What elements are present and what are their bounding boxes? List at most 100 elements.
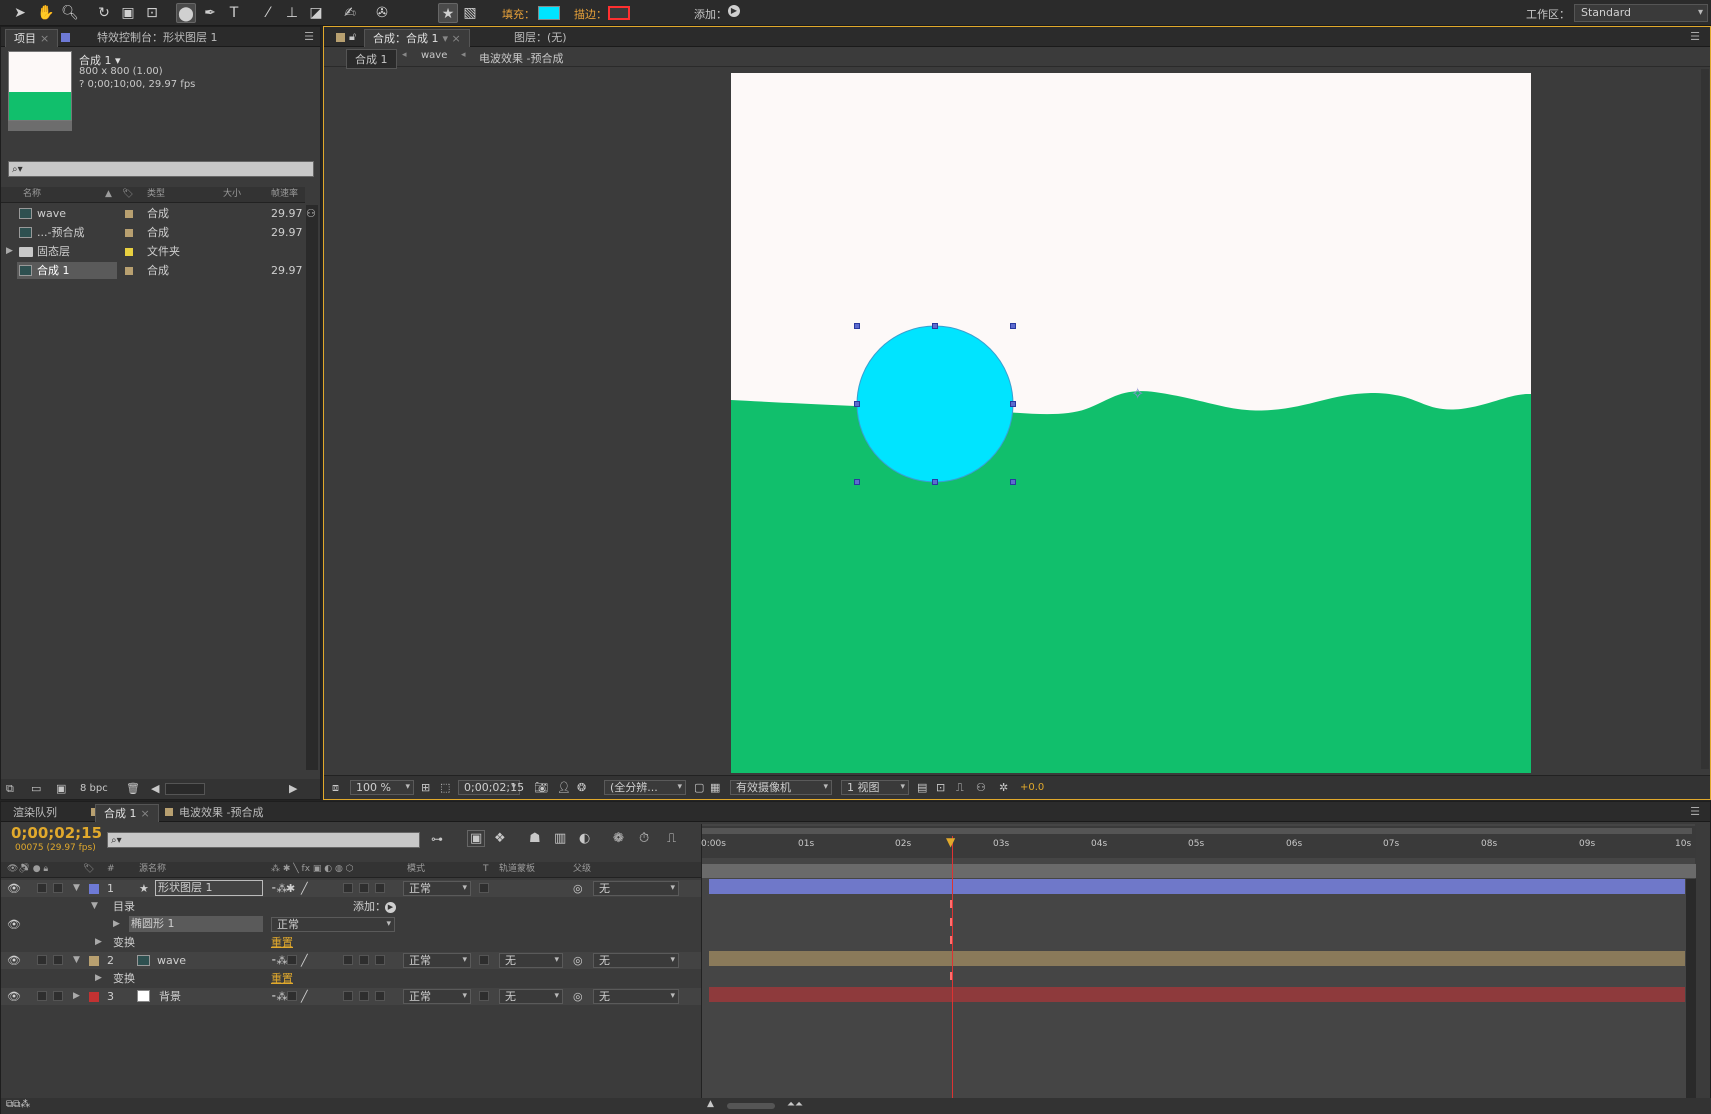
resolution-dropdown[interactable]: (全分辨... [604,780,686,795]
breadcrumb-wave[interactable]: wave [421,50,447,61]
add-play-icon[interactable]: ▶ [728,5,740,17]
lock-icon[interactable]: 🔓︎ [349,30,356,44]
col-type[interactable]: 类型 [147,187,165,202]
label-chip[interactable] [125,267,133,275]
comp-mini-flowchart-icon[interactable]: ⊶ [431,832,443,846]
label-chip[interactable] [125,210,133,218]
views-dropdown[interactable]: 1 视图 [841,780,909,795]
interpret-footage-icon[interactable]: ⧉ [6,782,14,796]
project-item-selected[interactable]: 合成 1 合成 29.97 [1,262,305,279]
zoom-dropdown[interactable]: 100 % [350,780,414,795]
lock-toggle[interactable] [53,955,63,965]
col-source-name[interactable]: 源名称 [139,862,166,877]
timeline-scrollbar[interactable] [1686,879,1696,1114]
region-of-interest-icon[interactable]: ▢ [694,781,704,794]
pan-behind-tool-icon[interactable]: ⊡ [142,3,162,23]
layer-label-chip[interactable] [89,992,99,1002]
layer-row[interactable]: 👁︎ ▼ 2 wave ⁃⁂ ╱ 正常 无 ◎ 无 [1,952,701,969]
motion-blur-icon[interactable]: ◐ [579,831,590,846]
flowchart-icon[interactable]: ⚇ [306,207,316,220]
layer-label-chip[interactable] [89,956,99,966]
shy-switch-icon[interactable]: ⁃⁂ [271,988,288,1005]
tab-project[interactable]: 项目 × [5,29,59,47]
selection-tool-icon[interactable]: ➤ [10,3,30,23]
collapse-switch[interactable] [287,955,297,965]
project-search-input[interactable]: ⌕▾ [8,161,314,177]
always-preview-icon[interactable]: ⧈ [332,781,339,795]
graph-editor-icon[interactable]: ⎍ [667,831,676,846]
parent-pickwhip-icon[interactable]: ◎ [573,988,583,1005]
frame-blending-icon[interactable]: ▥ [554,831,566,846]
tab-timeline-comp[interactable]: 合成 1 × [95,804,159,822]
bbox-handle-tr[interactable] [1010,323,1016,329]
fx-switch[interactable] [343,991,353,1001]
bbox-handle-tl[interactable] [854,323,860,329]
composition-canvas[interactable]: ✧ [731,73,1531,773]
layer-name[interactable]: wave [157,952,186,969]
timeline-panel-menu-icon[interactable]: ☰ [1690,805,1700,818]
fast-previews-icon[interactable]: ⊡ [936,781,945,794]
tab-layer[interactable]: 图层：(无) [506,29,575,47]
visibility-eye-icon[interactable]: 👁︎ [7,916,21,933]
text-tool-icon[interactable]: T [224,3,244,23]
trash-icon[interactable]: 🗑︎ [126,782,140,795]
collapse-arrow-icon[interactable]: ▼ [73,880,80,897]
bbox-handle-bl[interactable] [854,479,860,485]
expand-arrow-icon[interactable]: ▶ [95,970,102,987]
collapse-arrow-icon[interactable]: ▼ [73,952,80,969]
snapshot-icon[interactable]: 📷︎ [534,781,548,794]
work-area-bar[interactable] [702,828,1692,834]
playhead-icon[interactable]: ▼ [946,835,955,849]
layer-row[interactable]: 👁︎ ▶ 3 背景 ⁃⁂ ╱ 正常 无 ◎ 无 [1,988,701,1005]
puppet-pin-tool-icon[interactable]: ✇ [372,3,392,23]
layer-bar-1[interactable] [709,879,1685,894]
expand-arrow-icon[interactable]: ▶ [6,243,13,260]
lock-toggle[interactable] [53,991,63,1001]
timeline-icon[interactable]: ⎍ [956,781,964,795]
brainstorm-icon[interactable]: ❁ [613,831,624,846]
zoom-out-icon[interactable]: ▲ [707,1099,714,1109]
collapse-arrow-icon[interactable]: ▼ [91,898,98,915]
property-row[interactable]: ▶ 变换 重置 [1,934,701,951]
bpc-label[interactable]: 8 bpc [80,783,108,794]
col-fps[interactable]: 帧速率 [271,187,298,202]
fx-switch[interactable] [343,955,353,965]
hand-tool-icon[interactable]: ✋ [36,3,56,23]
col-parent[interactable]: 父级 [573,862,591,877]
new-folder-icon[interactable]: ▭ [31,782,41,795]
safe-zones-icon[interactable]: ⊞ [421,781,430,794]
draft-3d-icon[interactable]: ❖ [494,831,506,846]
blend-mode-dropdown[interactable]: 正常 [403,881,471,896]
parent-pickwhip-icon[interactable]: ◎ [573,952,583,969]
breadcrumb-comp[interactable]: 合成 1 [346,49,397,69]
rotate-tool-icon[interactable]: ↻ [94,3,114,23]
ellipse-tool-icon[interactable]: ⬤ [176,3,196,23]
exposure-value[interactable]: +0.0 [1020,782,1044,793]
shy-layers-icon[interactable]: ☗ [529,831,541,846]
col-t[interactable]: T [483,862,489,877]
scroll-right-icon[interactable]: ▶ [289,782,297,795]
camera-dropdown[interactable]: 有效摄像机 [730,780,832,795]
zoom-in-icon[interactable]: ⏶⏶ [787,1099,803,1110]
new-comp-icon[interactable]: ▣ [56,782,66,795]
collapse-switch-icon[interactable]: ✱ [286,880,295,897]
panel-menu-icon[interactable]: ☰ [304,30,314,43]
anchor-point-icon[interactable]: ✧ [1131,384,1144,403]
col-name[interactable]: 名称 [23,187,41,202]
col-mode[interactable]: 模式 [407,862,425,877]
star-mask-icon[interactable]: ★ [438,3,458,23]
preserve-transparency-toggle[interactable] [479,991,489,1001]
property-row[interactable]: ▼ 目录 添加： ▶ [1,898,701,915]
fill-color-swatch[interactable] [538,6,560,20]
expand-arrow-icon[interactable]: ▶ [113,916,120,933]
col-size[interactable]: 大小 [223,187,241,202]
3d-switch[interactable] [375,991,385,1001]
bbox-handle-mr[interactable] [1010,401,1016,407]
label-chip[interactable] [125,229,133,237]
preserve-transparency-toggle[interactable] [479,883,489,893]
layer-row[interactable]: 👁︎ ▼ 1 ★ 形状图层 1 ⁃⁂ ✱ ╱ 正常 ◎ 无 [1,880,701,897]
parent-dropdown[interactable]: 无 [593,953,679,968]
ellipse-shape[interactable] [856,325,1014,483]
blend-mode-dropdown[interactable]: 正常 [403,989,471,1004]
workspace-dropdown[interactable]: Standard [1574,4,1708,22]
